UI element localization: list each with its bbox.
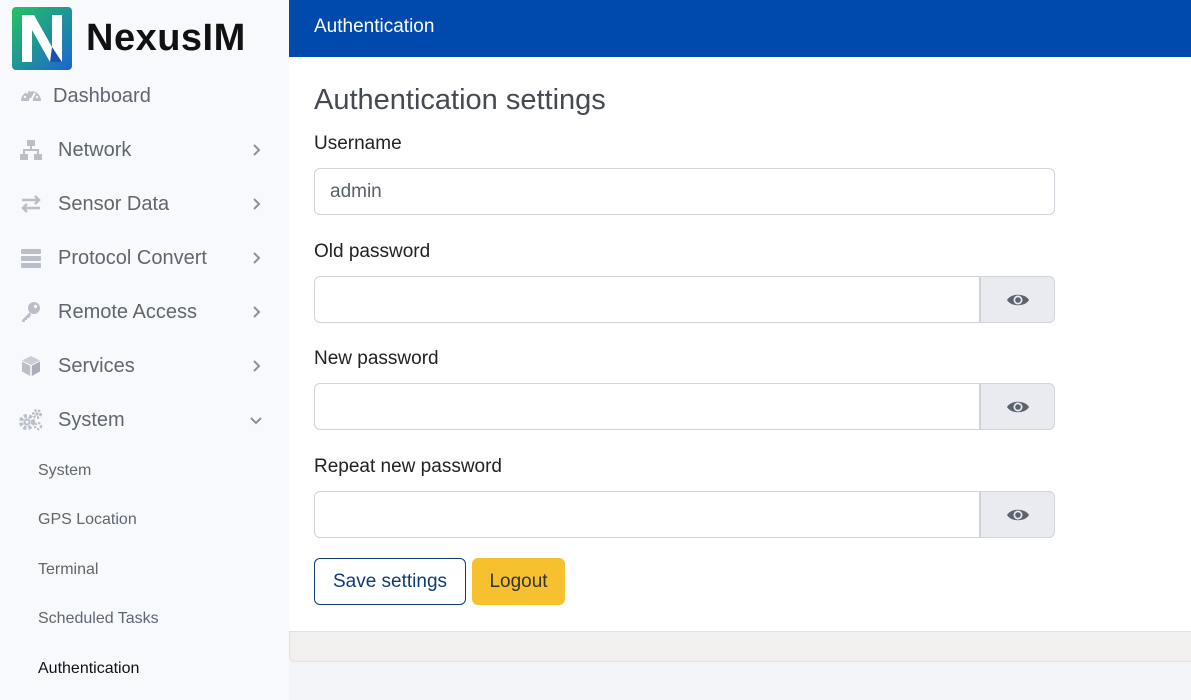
header-title: Authentication: [314, 16, 435, 37]
sidebar-subitem-gps-location[interactable]: GPS Location: [38, 511, 137, 529]
toggle-new-password-visibility-button[interactable]: [980, 383, 1055, 430]
chevron-right-icon: [253, 252, 261, 264]
server-stack-icon: [18, 245, 44, 271]
eye-icon: [1006, 401, 1029, 412]
sidebar-item-system[interactable]: System: [0, 400, 289, 440]
sidebar-item-label: Sensor Data: [58, 192, 170, 215]
save-settings-button[interactable]: Save settings: [314, 558, 466, 605]
repeat-password-label: Repeat new password: [314, 456, 502, 477]
old-password-label: Old password: [314, 241, 431, 262]
eye-icon: [1006, 294, 1029, 305]
sidebar-item-sensor-data[interactable]: Sensor Data: [0, 184, 289, 224]
chevron-right-icon: [253, 306, 261, 318]
sidebar-item-remote-access[interactable]: Remote Access: [0, 292, 289, 332]
sidebar-subitem-system[interactable]: System: [38, 462, 91, 480]
sidebar-item-network[interactable]: Network: [0, 130, 289, 170]
sidebar-subitem-authentication[interactable]: Authentication: [38, 660, 139, 678]
page-title: Authentication settings: [314, 84, 606, 116]
new-password-label: New password: [314, 348, 439, 369]
toggle-repeat-password-visibility-button[interactable]: [980, 491, 1055, 538]
card-footer: [289, 631, 1191, 662]
sidebar-item-services[interactable]: Services: [0, 346, 289, 386]
sidebar-item-protocol-convert[interactable]: Protocol Convert: [0, 238, 289, 278]
brand-name: NexusIM: [86, 16, 246, 59]
top-header: Authentication: [289, 0, 1191, 57]
sidebar-item-label: Dashboard: [53, 84, 151, 107]
toggle-old-password-visibility-button[interactable]: [980, 276, 1055, 323]
sidebar-item-label: System: [58, 408, 125, 431]
eye-icon: [1006, 509, 1029, 520]
logout-button[interactable]: Logout: [472, 558, 565, 605]
sidebar-item-label: Network: [58, 138, 132, 161]
nexusim-logo-icon: [12, 6, 72, 70]
username-label: Username: [314, 133, 402, 154]
chevron-right-icon: [253, 198, 261, 210]
sidebar-item-dashboard[interactable]: Dashboard: [0, 76, 289, 116]
old-password-input[interactable]: [314, 276, 980, 323]
chevron-right-icon: [253, 360, 261, 372]
gears-icon: [18, 407, 44, 433]
cube-icon: [18, 353, 44, 379]
sidebar-item-label: Services: [58, 354, 135, 377]
repeat-password-input[interactable]: [314, 491, 980, 538]
chevron-right-icon: [253, 144, 261, 156]
sidebar-item-label: Protocol Convert: [58, 246, 207, 269]
sidebar-subitem-terminal[interactable]: Terminal: [38, 561, 98, 579]
dashboard-gauge-icon: [18, 83, 44, 109]
key-icon: [18, 299, 44, 325]
settings-card: [289, 57, 1191, 631]
brand-logo[interactable]: NexusIM: [12, 6, 246, 70]
network-icon: [18, 137, 44, 163]
new-password-input[interactable]: [314, 383, 980, 430]
sidebar: NexusIM Dashboard Network Sensor Data Pr…: [0, 0, 289, 700]
chevron-down-icon: [250, 417, 262, 425]
sidebar-subitem-scheduled-tasks[interactable]: Scheduled Tasks: [38, 610, 159, 628]
exchange-arrows-icon: [18, 191, 44, 217]
sidebar-item-label: Remote Access: [58, 300, 197, 323]
username-input[interactable]: admin: [314, 168, 1055, 215]
